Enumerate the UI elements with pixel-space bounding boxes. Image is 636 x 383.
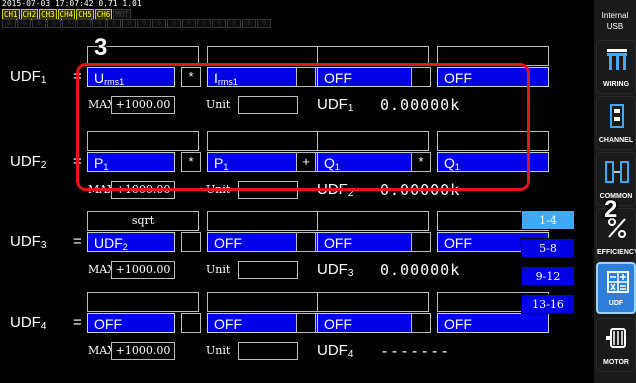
channel-sub-indicator: 0 [77, 19, 91, 28]
common-icon [605, 161, 629, 183]
udf-function-field[interactable] [87, 292, 199, 312]
channel-sub-indicator: 0 [62, 19, 76, 28]
channel-sub-indicator: 0 [212, 19, 226, 28]
udf-term-name: OFF [324, 316, 352, 332]
channel-sub-indicator: 0 [17, 19, 31, 28]
udf-function-field[interactable] [207, 292, 319, 312]
channel-sub-indicator: 0 [107, 19, 121, 28]
channel-sub-indicator: 0 [257, 19, 271, 28]
datetime: 2015-07-03 17:07:42 [2, 0, 94, 8]
channel-sub-indicator: 0 [32, 19, 46, 28]
udf-term-sub: 2 [122, 242, 128, 252]
udf-readout-index: 3 [347, 268, 354, 279]
channel-sub-indicator: 0 [122, 19, 136, 28]
udf-row-label-index: 3 [40, 240, 47, 251]
udf-readout-text: UDF [317, 342, 348, 359]
udf-readout-label: UDF4 [317, 342, 353, 360]
udf-operator[interactable] [296, 232, 316, 252]
udf-readout-index: 4 [347, 349, 354, 360]
udf-readout-value: 0.00000k [380, 261, 461, 279]
udf-term-name: OFF [444, 235, 472, 251]
udf-term-field[interactable]: OFF [87, 313, 175, 333]
channel-sub-indicator: 0 [92, 19, 106, 28]
udf-row-label-index: 2 [40, 160, 47, 171]
storage-indicator: Internal USB [594, 10, 636, 36]
udf-function-field[interactable] [317, 292, 429, 312]
motor-label: MOTOR [603, 359, 629, 366]
udf-function-field[interactable]: sqrt [87, 211, 199, 231]
storage-internal: Internal [601, 11, 629, 20]
page-button-9-12[interactable]: 9-12 [521, 266, 575, 286]
udf-row-label: UDF2 [10, 153, 46, 171]
channel-sub-indicator: 0 [137, 19, 151, 28]
page-button-1-4[interactable]: 1-4 [521, 210, 575, 230]
udf-term-field[interactable]: UDF2 [87, 232, 175, 252]
udf-term-name: UDF [94, 235, 123, 251]
wiring-label: WIRING [602, 81, 630, 88]
udf-row-label-text: UDF [10, 68, 41, 85]
callout-2: 2 [603, 195, 618, 224]
udf-readout-label: UDF3 [317, 261, 353, 279]
udf-highlight-frame [76, 63, 530, 191]
udf-operator[interactable] [296, 313, 316, 333]
udf-readout-value: ------- [380, 342, 451, 360]
udf-row-label: UDF1 [10, 68, 46, 86]
udf-readout-text: UDF [317, 261, 348, 278]
channel-icon [610, 104, 624, 128]
unit-field[interactable] [238, 261, 298, 279]
page-button-13-16[interactable]: 13-16 [521, 294, 575, 314]
wiring-button[interactable]: WIRING [596, 40, 636, 94]
udf-row-label: UDF3 [10, 233, 46, 251]
max-value-field[interactable]: +1000.00 [111, 261, 175, 279]
udf-term-name: OFF [214, 316, 242, 332]
udf-term-field[interactable]: OFF [437, 313, 549, 333]
channel-sub-indicator: 0 [227, 19, 241, 28]
udf-term-name: OFF [444, 316, 472, 332]
efficiency-label: EFFICIENCY [597, 249, 636, 256]
udf-equals: = [73, 233, 82, 250]
udf-operator[interactable] [411, 313, 431, 333]
udf-row-label-index: 1 [40, 75, 47, 86]
udf-term-name: OFF [324, 235, 352, 251]
udf-row-label-text: UDF [10, 233, 41, 250]
unit-field[interactable] [238, 342, 298, 360]
storage-usb: USB [606, 22, 624, 31]
channel-sub-indicator: 0 [152, 19, 166, 28]
version: 0.71 1.01 [98, 0, 142, 8]
udf-row-label-text: UDF [10, 153, 41, 170]
unit-label: Unit [206, 344, 231, 357]
udf-row-label-index: 4 [40, 321, 47, 332]
channel-sub-indicator: 0 [167, 19, 181, 28]
unit-label: Unit [206, 263, 231, 276]
udf-label: UDF [608, 300, 624, 307]
channel-label: CHANNEL [598, 137, 634, 144]
channel-button[interactable]: CHANNEL [596, 96, 636, 150]
channel-sub-indicator: 0 [47, 19, 61, 28]
motor-button[interactable]: MOTOR [596, 318, 636, 372]
udf-button[interactable]: UDF [596, 262, 636, 314]
udf-operator[interactable] [181, 313, 201, 333]
udf-operator[interactable] [411, 232, 431, 252]
channel-sub-indicator: 0 [197, 19, 211, 28]
wiring-icon [607, 49, 627, 70]
udf-function-field[interactable] [207, 211, 319, 231]
channel-sub-indicator: 0 [2, 19, 16, 28]
udf-row-label-text: UDF [10, 314, 41, 331]
udf-function-field[interactable] [317, 211, 429, 231]
motor-icon [606, 328, 626, 348]
callout-3: 3 [93, 33, 108, 62]
max-value-field[interactable]: +1000.00 [111, 342, 175, 360]
udf-term-name: OFF [214, 235, 242, 251]
channel-indicators-row2: 000000000000000000 [2, 19, 271, 28]
channel-sub-indicator: 0 [242, 19, 256, 28]
udf-operator[interactable] [181, 232, 201, 252]
udf-term-name: OFF [94, 316, 122, 332]
udf-row-label: UDF4 [10, 314, 46, 332]
udf-icon [607, 271, 629, 293]
udf-settings-panel: 2015-07-03 17:07:42 0.71 1.01 CH1 CH2 CH3 C… [0, 0, 594, 383]
udf-equals: = [73, 314, 82, 331]
page-button-5-8[interactable]: 5-8 [521, 238, 575, 258]
status-bar: 2015-07-03 17:07:42 0.71 1.01 [2, 0, 142, 8]
channel-sub-indicator: 0 [182, 19, 196, 28]
